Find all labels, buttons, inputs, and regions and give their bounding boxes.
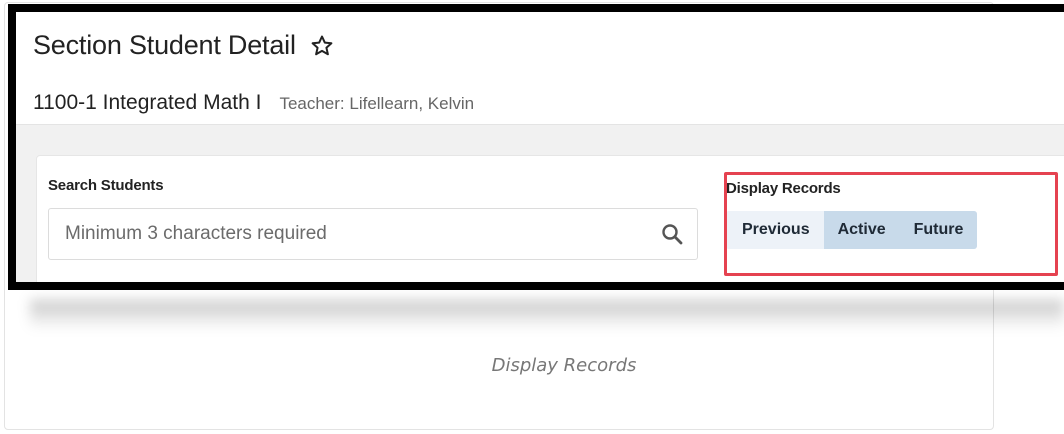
search-input[interactable] — [49, 209, 655, 259]
subtitle-row: 1100-1 Integrated Math I Teacher: Lifell… — [33, 91, 474, 115]
page-title: Section Student Detail — [33, 30, 296, 60]
star-icon[interactable] — [310, 34, 334, 58]
documentation-figure: Section Student Detail 1100-1 Integrated… — [0, 0, 1064, 434]
title-row: Section Student Detail — [33, 30, 334, 61]
figure-caption: Display Records — [491, 355, 637, 376]
teacher-name: Teacher: Lifellearn, Kelvin — [279, 94, 475, 113]
highlight-box — [724, 172, 1058, 276]
screenshot-shadow — [30, 300, 1064, 330]
page-header: Section Student Detail 1100-1 Integrated… — [16, 12, 1064, 125]
search-icon[interactable] — [661, 223, 683, 245]
search-students-label: Search Students — [48, 177, 164, 194]
section-name: 1100-1 Integrated Math I — [33, 91, 262, 114]
search-box — [48, 208, 698, 260]
